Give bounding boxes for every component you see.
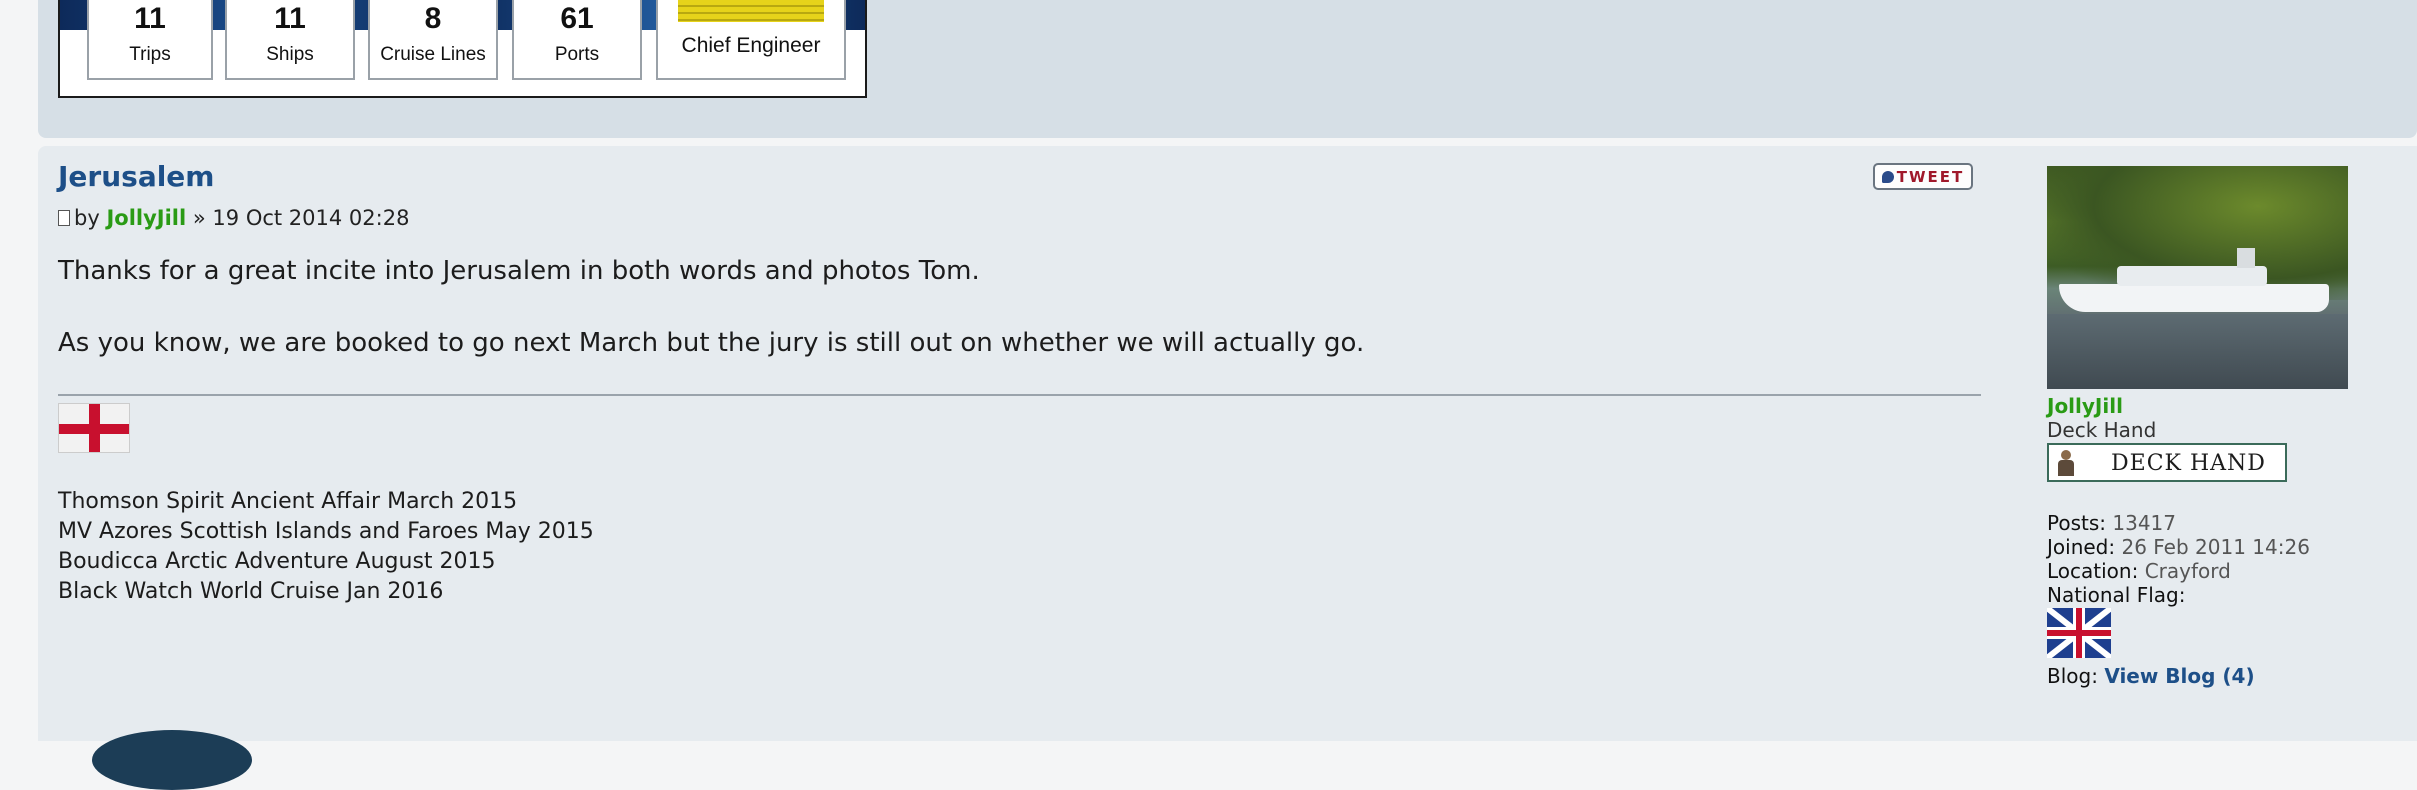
joined-label: Joined: [2047, 535, 2116, 559]
rank-badge-text: DECK HAND [2111, 451, 2266, 476]
bird-icon [1881, 170, 1894, 183]
stat-label: Ports [554, 44, 600, 65]
stat-ports[interactable]: 61 Ports [512, 0, 642, 80]
stat-cruise-lines[interactable]: 8 Cruise Lines [368, 0, 498, 80]
post-title[interactable]: Jerusalem [58, 160, 214, 193]
post-icon[interactable] [58, 210, 70, 226]
location-value: Crayford [2144, 559, 2231, 583]
profile-username-link[interactable]: JollyJill [2047, 394, 2123, 418]
view-blog-link[interactable]: View Blog (4) [2104, 664, 2254, 688]
blog-label: Blog: [2047, 664, 2098, 688]
stat-value: 11 [134, 2, 166, 35]
rank-card-label: Chief Engineer [681, 34, 821, 57]
stat-value: 8 [424, 2, 442, 35]
signature-line: MV Azores Scottish Islands and Faroes Ma… [58, 519, 594, 544]
uk-flag-icon [2047, 608, 2111, 658]
rank-stripes-icon [678, 0, 824, 22]
rank-badge: DECK HAND [2047, 443, 2287, 482]
post-meta: by JollyJill » 19 Oct 2014 02:28 [58, 206, 409, 230]
profile-rank: Deck Hand [2047, 418, 2157, 442]
stats-box: 11 Trips 11 Ships 8 Cruise Lines 61 Port… [58, 0, 867, 98]
profile-flag-label: National Flag: [2047, 583, 2186, 607]
posts-label: Posts: [2047, 511, 2107, 535]
sailor-icon [2057, 450, 2075, 476]
tweet-button[interactable]: TWEET [1873, 163, 1973, 190]
profile-joined: Joined: 26 Feb 2011 14:26 [2047, 535, 2310, 559]
post-paragraph: As you know, we are booked to go next Ma… [58, 328, 1365, 358]
signature-divider [58, 394, 1981, 396]
england-flag-icon [58, 403, 130, 453]
stat-label: Ships [266, 44, 314, 65]
profile-blog: Blog: View Blog (4) [2047, 664, 2255, 688]
signature-line: Thomson Spirit Ancient Affair March 2015 [58, 489, 518, 514]
date-separator: » [192, 206, 206, 230]
stat-label: Cruise Lines [380, 44, 486, 65]
stat-trips[interactable]: 11 Trips [87, 0, 213, 80]
profile-posts: Posts: 13417 [2047, 511, 2176, 535]
stat-value: 61 [560, 2, 594, 35]
post-by: by [74, 206, 100, 230]
stat-ships[interactable]: 11 Ships [225, 0, 355, 80]
next-post-avatar [92, 730, 252, 790]
tweet-label: TWEET [1896, 167, 1965, 186]
post-paragraph: Thanks for a great incite into Jerusalem… [58, 256, 980, 286]
signature-line: Black Watch World Cruise Jan 2016 [58, 579, 444, 604]
rank-card: Chief Engineer [656, 0, 846, 80]
profile-location: Location: Crayford [2047, 559, 2231, 583]
stat-value: 11 [274, 2, 306, 35]
post-author-link[interactable]: JollyJill [106, 206, 186, 230]
post-date: 19 Oct 2014 02:28 [212, 206, 410, 230]
joined-date: 26 Feb 2011 14:26 [2121, 535, 2310, 559]
location-label: Location: [2047, 559, 2139, 583]
posts-count[interactable]: 13417 [2112, 511, 2176, 535]
avatar[interactable] [2047, 166, 2348, 389]
stat-label: Trips [129, 44, 171, 65]
signature-line: Boudicca Arctic Adventure August 2015 [58, 549, 496, 574]
